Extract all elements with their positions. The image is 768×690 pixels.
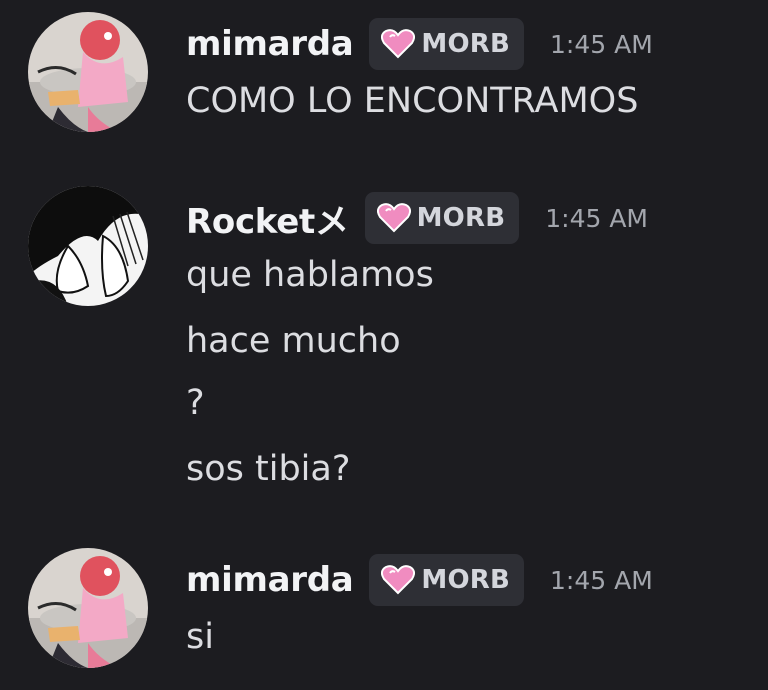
timestamp: 1:45 AM (545, 203, 648, 233)
timestamp: 1:45 AM (550, 565, 653, 595)
server-tag-label: MORB (421, 29, 511, 59)
message-text: que hablamos (186, 255, 434, 295)
message-header: mimarda MORB 1:45 AM (186, 16, 653, 72)
chat-log: mimarda MORB 1:45 AM COMO LO ENCONTRAMOS (0, 0, 768, 690)
server-tag-label: MORB (416, 203, 506, 233)
server-tag[interactable]: MORB (369, 554, 525, 606)
avatar-rocket[interactable] (28, 186, 148, 306)
server-tag[interactable]: MORB (369, 18, 525, 70)
message-text: si (186, 617, 214, 657)
pink-heart-icon (381, 565, 416, 595)
username[interactable]: mimarda (186, 24, 354, 64)
server-tag-label: MORB (421, 565, 511, 595)
username[interactable]: Rocketメ (186, 194, 349, 243)
pink-heart-icon (381, 29, 416, 59)
avatar-mimarda[interactable] (28, 548, 148, 668)
message-text: COMO LO ENCONTRAMOS (186, 81, 639, 121)
server-tag[interactable]: MORB (364, 192, 520, 244)
message-text: ? (186, 383, 205, 423)
pink-heart-icon (376, 203, 411, 233)
message-header: mimarda MORB 1:45 AM (186, 552, 653, 608)
timestamp: 1:45 AM (550, 29, 653, 59)
message-text: sos tibia? (186, 449, 351, 489)
message-text: hace mucho (186, 321, 401, 361)
username[interactable]: mimarda (186, 560, 354, 600)
message-header: Rocketメ MORB 1:45 AM (186, 190, 648, 246)
avatar-mimarda[interactable] (28, 12, 148, 132)
